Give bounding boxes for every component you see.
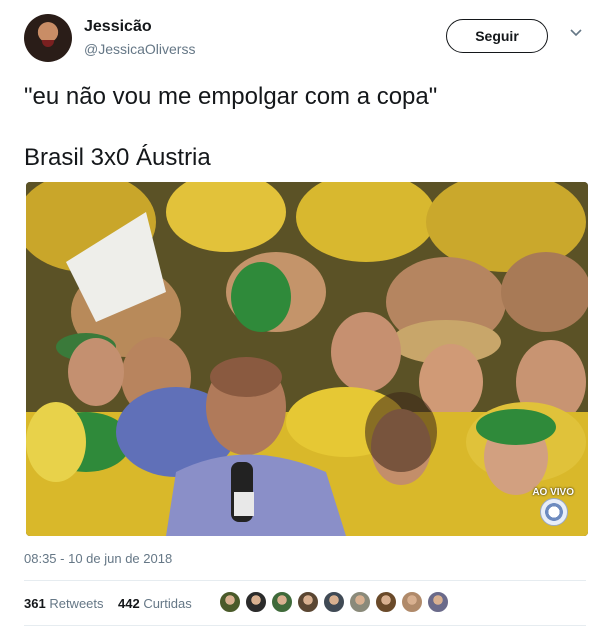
liker-avatar[interactable] bbox=[219, 591, 241, 613]
crowd-photo bbox=[26, 182, 588, 536]
liker-avatar[interactable] bbox=[349, 591, 371, 613]
retweets-stat[interactable]: 361 Retweets bbox=[24, 596, 104, 611]
liker-avatar[interactable] bbox=[245, 591, 267, 613]
tweet-timestamp[interactable]: 08:35 - 10 de jun de 2018 bbox=[24, 551, 172, 566]
likes-stat[interactable]: 442 Curtidas bbox=[118, 596, 192, 611]
user-handle[interactable]: @JessicaOliverss bbox=[84, 41, 195, 57]
likes-count: 442 bbox=[117, 596, 140, 611]
retweets-label: Retweets bbox=[49, 596, 104, 611]
live-badge: AO VIVO bbox=[532, 487, 574, 498]
user-name[interactable]: Jessicão bbox=[84, 18, 152, 36]
chevron-down-icon[interactable] bbox=[569, 26, 583, 40]
retweets-count: 361 bbox=[24, 596, 46, 611]
liker-avatar[interactable] bbox=[375, 591, 397, 613]
tweet-media-image[interactable]: AO VIVO bbox=[26, 182, 588, 536]
tweet-text-line-2: Brasil 3x0 Áustria bbox=[24, 144, 211, 171]
liker-avatar[interactable] bbox=[401, 591, 423, 613]
tweet-text-line-1: "eu não vou me empolgar com a copa" bbox=[24, 83, 438, 110]
tweet-stats: 361 Retweets 442 Curtidas bbox=[24, 596, 192, 611]
liker-avatar[interactable] bbox=[297, 591, 319, 613]
liker-avatar[interactable] bbox=[323, 591, 345, 613]
tv-globo-logo-icon bbox=[540, 498, 568, 526]
avatar[interactable] bbox=[24, 14, 72, 62]
divider bbox=[24, 580, 586, 581]
tweet-header: Jessicão @JessicaOliverss Seguir bbox=[24, 14, 590, 66]
likes-label: Curtidas bbox=[143, 596, 192, 611]
follow-button[interactable]: Seguir bbox=[446, 19, 548, 53]
liker-avatar[interactable] bbox=[271, 591, 293, 613]
liker-avatar[interactable] bbox=[427, 591, 449, 613]
divider bbox=[24, 625, 586, 626]
